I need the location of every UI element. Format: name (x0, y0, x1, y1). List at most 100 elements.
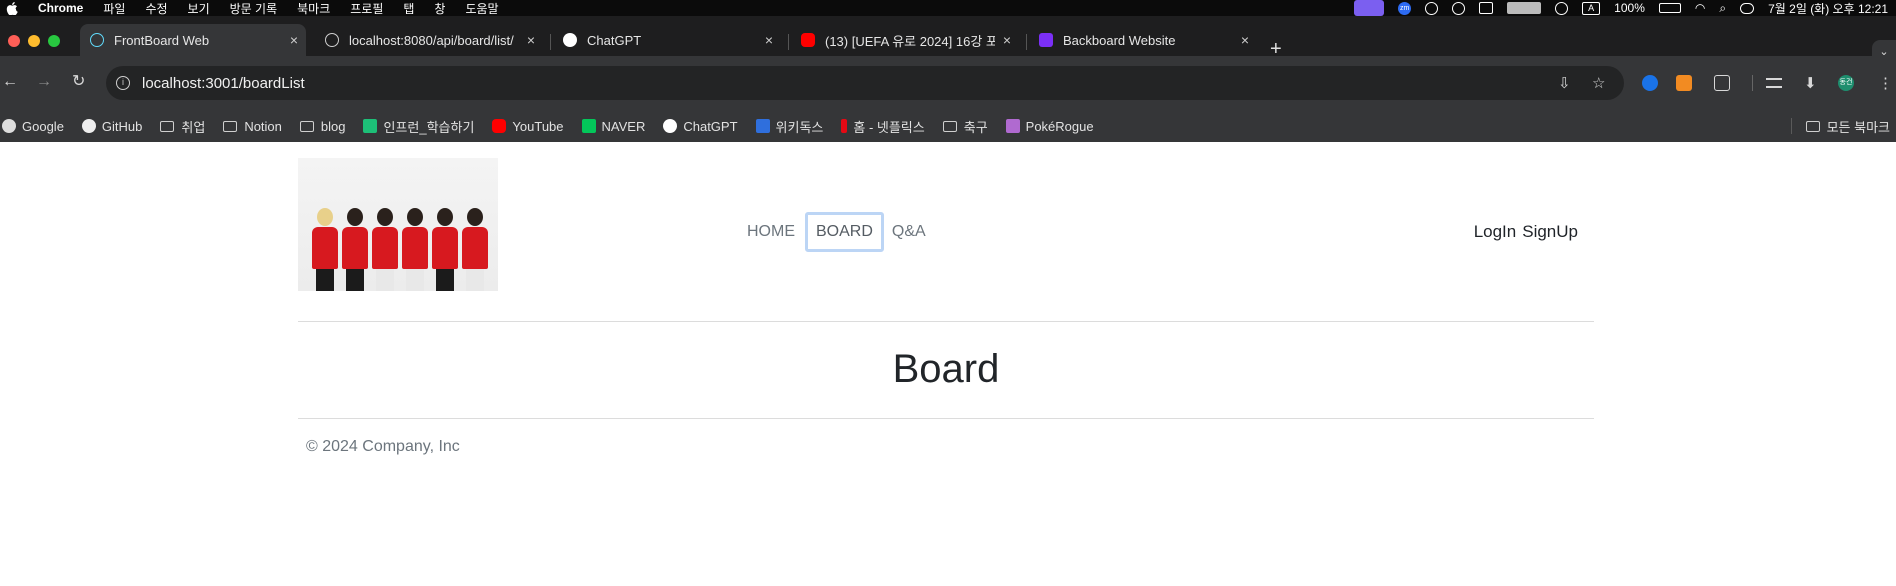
extensions-puzzle-icon[interactable] (1714, 75, 1730, 91)
menu-window[interactable]: 창 (434, 0, 445, 17)
address-bar[interactable]: i localhost:3001/boardList (106, 66, 1624, 100)
status-app-icon[interactable] (1425, 1, 1439, 15)
download-icon[interactable]: ⬇ (1804, 74, 1817, 92)
inflearn-icon (363, 119, 378, 133)
tab-api-list[interactable]: localhost:8080/api/board/list/ × (315, 24, 543, 56)
tab-chatgpt[interactable]: ChatGPT × (553, 24, 781, 56)
nav-home-link[interactable]: HOME (745, 215, 797, 249)
folder-icon (1805, 120, 1820, 132)
bookmark-label: Notion (244, 118, 282, 134)
close-tab-icon[interactable]: × (757, 32, 781, 48)
menu-extra-icon[interactable] (1507, 2, 1542, 14)
bookmark-folder-soccer[interactable]: 축구 (942, 117, 988, 136)
zoom-icon[interactable]: zm (1398, 1, 1412, 15)
site-info-icon[interactable]: i (116, 76, 130, 90)
forward-button[interactable]: → (36, 73, 52, 91)
bookmark-youtube[interactable]: YouTube (492, 119, 564, 134)
address-url[interactable]: localhost:3001/boardList (142, 75, 305, 92)
reading-list-icon[interactable] (1766, 78, 1782, 88)
notification-app-icon[interactable] (1452, 1, 1466, 15)
rx-extension-icon[interactable] (1676, 75, 1692, 91)
battery-icon[interactable] (1658, 3, 1681, 13)
bookmark-label: Google (22, 118, 64, 134)
menu-tab[interactable]: 탭 (403, 0, 414, 17)
back-button[interactable]: ← (2, 73, 18, 91)
folder-icon (299, 120, 314, 132)
bookmark-label: PokéRogue (1025, 118, 1094, 134)
menu-history[interactable]: 방문 기록 (230, 0, 278, 17)
play-icon[interactable] (1555, 1, 1569, 15)
bookmark-wikidocs[interactable]: 위키독스 (755, 117, 823, 136)
install-app-icon[interactable]: ⇩ (1558, 74, 1571, 92)
photo-person (372, 208, 398, 291)
close-window-button[interactable] (8, 35, 20, 47)
bookmark-label: 인프런_학습하기 (383, 119, 475, 135)
zoom-window-button[interactable] (48, 35, 60, 47)
menubar-datetime[interactable]: 7월 2일 (화) 오후 12:21 (1768, 0, 1888, 17)
tab-title: Backboard Website (1063, 32, 1176, 48)
photo-person (402, 208, 428, 291)
menu-view[interactable]: 보기 (188, 0, 210, 17)
wifi-icon[interactable]: ◠ (1695, 1, 1705, 15)
wikidocs-icon (755, 119, 770, 133)
bookmark-label: 홈 - 넷플릭스 (853, 119, 925, 135)
input-source-icon[interactable]: A (1582, 1, 1601, 15)
minimize-window-button[interactable] (28, 35, 40, 47)
toolbar-divider (1752, 75, 1753, 91)
close-tab-icon[interactable]: × (519, 32, 543, 48)
control-center-icon[interactable] (1740, 2, 1755, 14)
tab-separator (788, 34, 789, 50)
menu-help[interactable]: 도움말 (465, 0, 498, 17)
menu-file[interactable]: 파일 (103, 0, 125, 17)
tab-frontboard[interactable]: FrontBoard Web × (80, 24, 306, 56)
tab-title: localhost:8080/api/board/list/ (349, 32, 514, 48)
close-tab-icon[interactable]: × (1233, 32, 1257, 48)
bookmark-naver[interactable]: NAVER (581, 119, 645, 134)
tab-title: FrontBoard Web (114, 32, 210, 48)
google-icon (2, 119, 16, 133)
bookmark-label: 취업 (181, 119, 206, 135)
bookmark-google[interactable]: Google (2, 119, 64, 134)
github-icon (81, 119, 96, 133)
react-icon (90, 33, 104, 47)
menu-edit[interactable]: 수정 (145, 0, 167, 17)
onepassword-extension-icon[interactable] (1642, 75, 1658, 91)
footer-divider (298, 418, 1594, 419)
close-tab-icon[interactable]: × (995, 32, 1019, 48)
tab-backboard[interactable]: Backboard Website × (1029, 24, 1257, 56)
bookmark-pokerogue[interactable]: PokéRogue (1005, 118, 1094, 134)
battery-percent: 100% (1614, 1, 1645, 15)
menu-app-name[interactable]: Chrome (38, 1, 83, 15)
photo-person (432, 208, 458, 291)
tab-youtube[interactable]: (13) [UEFA 유로 2024] 16강 포 × (791, 24, 1019, 56)
menu-bookmarks[interactable]: 북마크 (297, 0, 330, 17)
bookmark-github[interactable]: GitHub (81, 118, 143, 134)
login-link[interactable]: LogIn (1474, 222, 1517, 242)
photo-person (462, 208, 488, 291)
profile-avatar[interactable]: 동건 (1838, 75, 1854, 91)
menu-profiles[interactable]: 프로필 (350, 0, 383, 17)
apple-icon[interactable] (6, 1, 18, 15)
bookmark-inflearn[interactable]: 인프런_학습하기 (363, 117, 474, 136)
pokerogue-icon (1005, 119, 1020, 133)
all-bookmarks[interactable]: 모든 북마크 (1790, 110, 1890, 142)
bookmark-folder-notion[interactable]: Notion (223, 119, 282, 134)
reload-button[interactable]: ↻ (72, 73, 85, 91)
bookmark-label: GitHub (101, 118, 143, 134)
signup-link[interactable]: SignUp (1522, 222, 1578, 242)
bookmark-folder-blog[interactable]: blog (299, 119, 345, 134)
display-mirror-icon[interactable] (1479, 2, 1494, 14)
bookmark-star-icon[interactable]: ☆ (1592, 74, 1605, 92)
tab-separator (1026, 34, 1027, 50)
screen-share-icon[interactable] (1354, 0, 1385, 16)
nav-board-link[interactable]: BOARD (805, 212, 884, 252)
nav-qa-link[interactable]: Q&A (890, 215, 928, 249)
bookmark-netflix[interactable]: 홈 - 넷플릭스 (841, 117, 925, 136)
bookmark-chatgpt[interactable]: ChatGPT (663, 119, 738, 134)
close-tab-icon[interactable]: × (282, 32, 306, 48)
chrome-menu-icon[interactable]: ⋮ (1878, 74, 1893, 92)
tab-separator (550, 34, 551, 50)
bookmark-folder-job[interactable]: 취업 (160, 117, 205, 136)
spotlight-search-icon[interactable]: ⌕ (1719, 1, 1726, 16)
chatgpt-icon (663, 119, 678, 133)
